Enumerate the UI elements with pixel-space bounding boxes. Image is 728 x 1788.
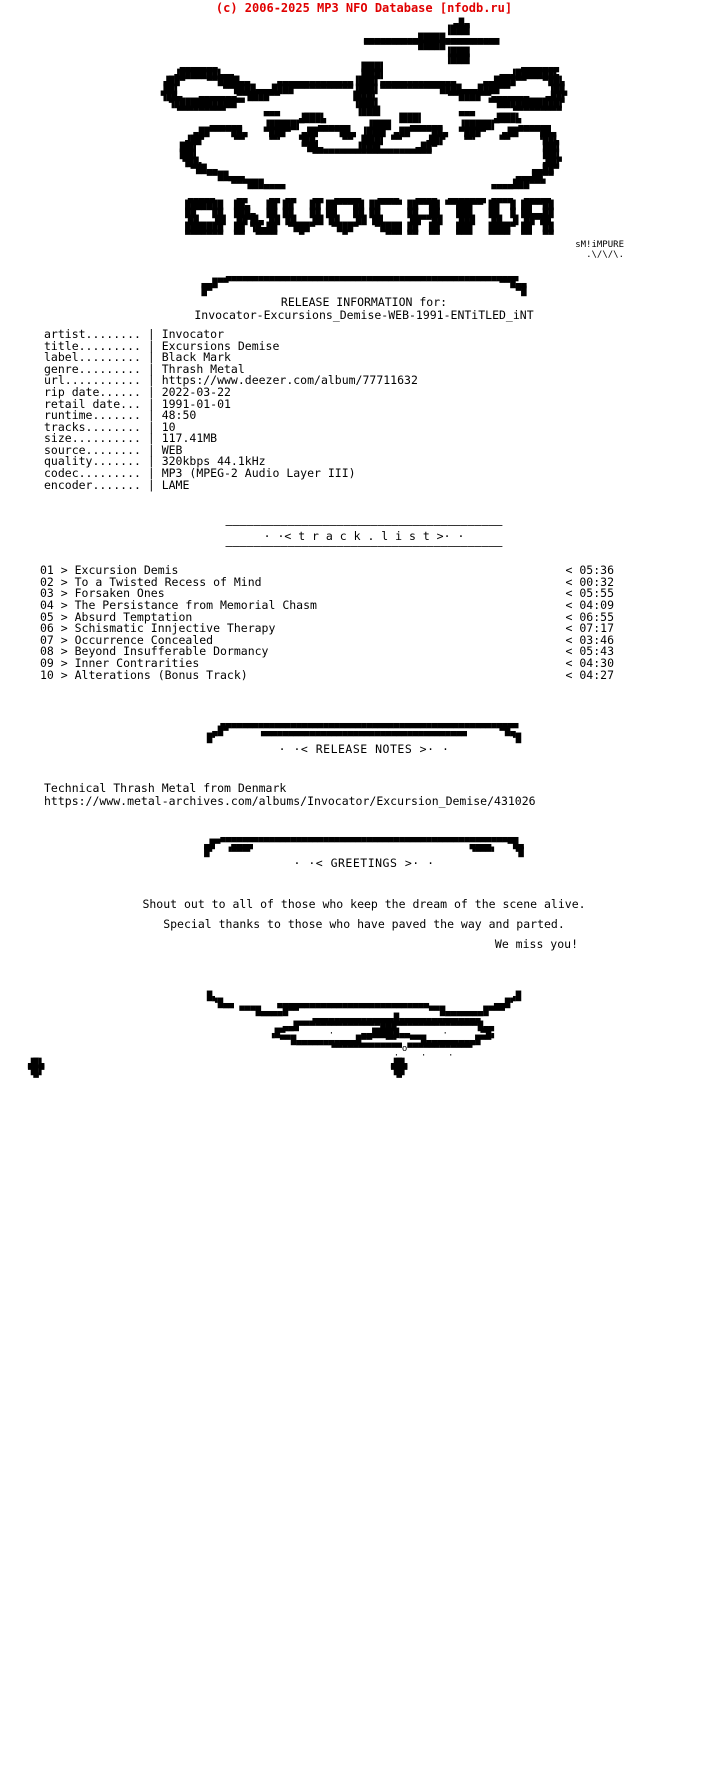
invocator-logo-art: ▄█▄ ▐███▌ ▄▄▄▄▄▄▄▄▄▄█████▄▄▄▄▄▄▄▄▄▄ ▀▀▀▀… [160,19,568,241]
tracklist-items: 01 > Excursion Demis < 05:36 02 > To a Twi… [0,565,728,681]
greetings-top-border-art: ▄▄▄▄▄▄▄▄▄▄▄▄▄▄▄▄▄▄▄▄▄▄▄▄▄▄▄▄▄▄▄▄▄▄▄▄▄▄▄▄… [204,832,524,858]
release-info-section: ▄▄▄▄▄▄▄▄▄▄▄▄▄▄▄▄▄▄▄▄▄▄▄▄▄▄▄▄▄▄▄▄▄▄▄▄▄▄▄▄… [0,271,728,492]
tracklist-rule-bottom: ———————————————————————————————————————— [225,539,503,554]
signature-line-1: sM!iMPURE [575,239,624,250]
release-notes-body: Technical Thrash Metal from Denmark http… [0,782,728,806]
ascii-art-logo: ▄█▄ ▐███▌ ▄▄▄▄▄▄▄▄▄▄█████▄▄▄▄▄▄▄▄▄▄ ▀▀▀▀… [0,19,728,241]
release-info-field-list: artist........ | Invocator title........… [44,326,418,492]
release-notes-title: · ·< RELEASE NOTES >· · [278,742,450,757]
greetings-body: Shout out to all of those who keep the d… [0,894,728,954]
page-bottom-corner-art: ▟█▙ ▟█▙ ▜█▛ ▜█▛ ▀ ▀ [28,1058,408,1084]
frame-top-border-art: ▄▄▄▄▄▄▄▄▄▄▄▄▄▄▄▄▄▄▄▄▄▄▄▄▄▄▄▄▄▄▄▄▄▄▄▄▄▄▄▄… [201,271,527,297]
release-dirname: Invocator-Excursions_Demise-WEB-1991-ENT… [194,307,534,322]
signature-line-2: .\/\/\. [586,249,624,260]
nfo-page: (c) 2006-2025 MP3 NFO Database [nfodb.ru… [0,0,728,1788]
tracklist-section: ————————————————————————————————————————… [0,520,728,681]
track-duration: < 04:27 [565,667,614,682]
artist-signature: sM!iMPURE .\/\/\. [104,240,624,260]
greetings-title: · ·< GREETINGS >· · [293,856,435,871]
release-notes-url[interactable]: https://www.metal-archives.com/albums/In… [44,794,536,808]
release-info-fields: artist........ | Invocator title........… [0,326,728,492]
nfodb-copyright-banner: (c) 2006-2025 MP3 NFO Database [nfodb.ru… [215,1,513,15]
release-info-heading-block: RELEASE INFORMATION for: Invocator-Excur… [0,296,728,321]
greetings-line-3: We miss you! [494,937,578,952]
track-number: 10 > Alterations (Bonus Track) [40,667,248,682]
greetings-line-2: Special thanks to those who have paved t… [163,917,565,932]
greetings-section: ▄▄▄▄▄▄▄▄▄▄▄▄▄▄▄▄▄▄▄▄▄▄▄▄▄▄▄▄▄▄▄▄▄▄▄▄▄▄▄▄… [0,832,728,1084]
footer-border-art: █▖ ▗█ ▝█▄▄ ▄▄▄▄▄▄▄▄▄▄▄▄▄▄▄▄▄▄▄▄▄▄▄▄▄▄▄▄ … [206,992,522,1062]
notes-top-border-art: ▄▄▄▄▄▄▄▄▄▄▄▄▄▄▄▄▄▄▄▄▄▄▄▄▄▄▄▄▄▄▄▄▄▄▄▄▄▄▄▄… [206,719,522,744]
greetings-line-1: Shout out to all of those who keep the d… [142,897,586,912]
track-row: 10 > Alterations (Bonus Track) < 04:27 [40,667,614,682]
release-notes-section: ▄▄▄▄▄▄▄▄▄▄▄▄▄▄▄▄▄▄▄▄▄▄▄▄▄▄▄▄▄▄▄▄▄▄▄▄▄▄▄▄… [0,719,728,807]
